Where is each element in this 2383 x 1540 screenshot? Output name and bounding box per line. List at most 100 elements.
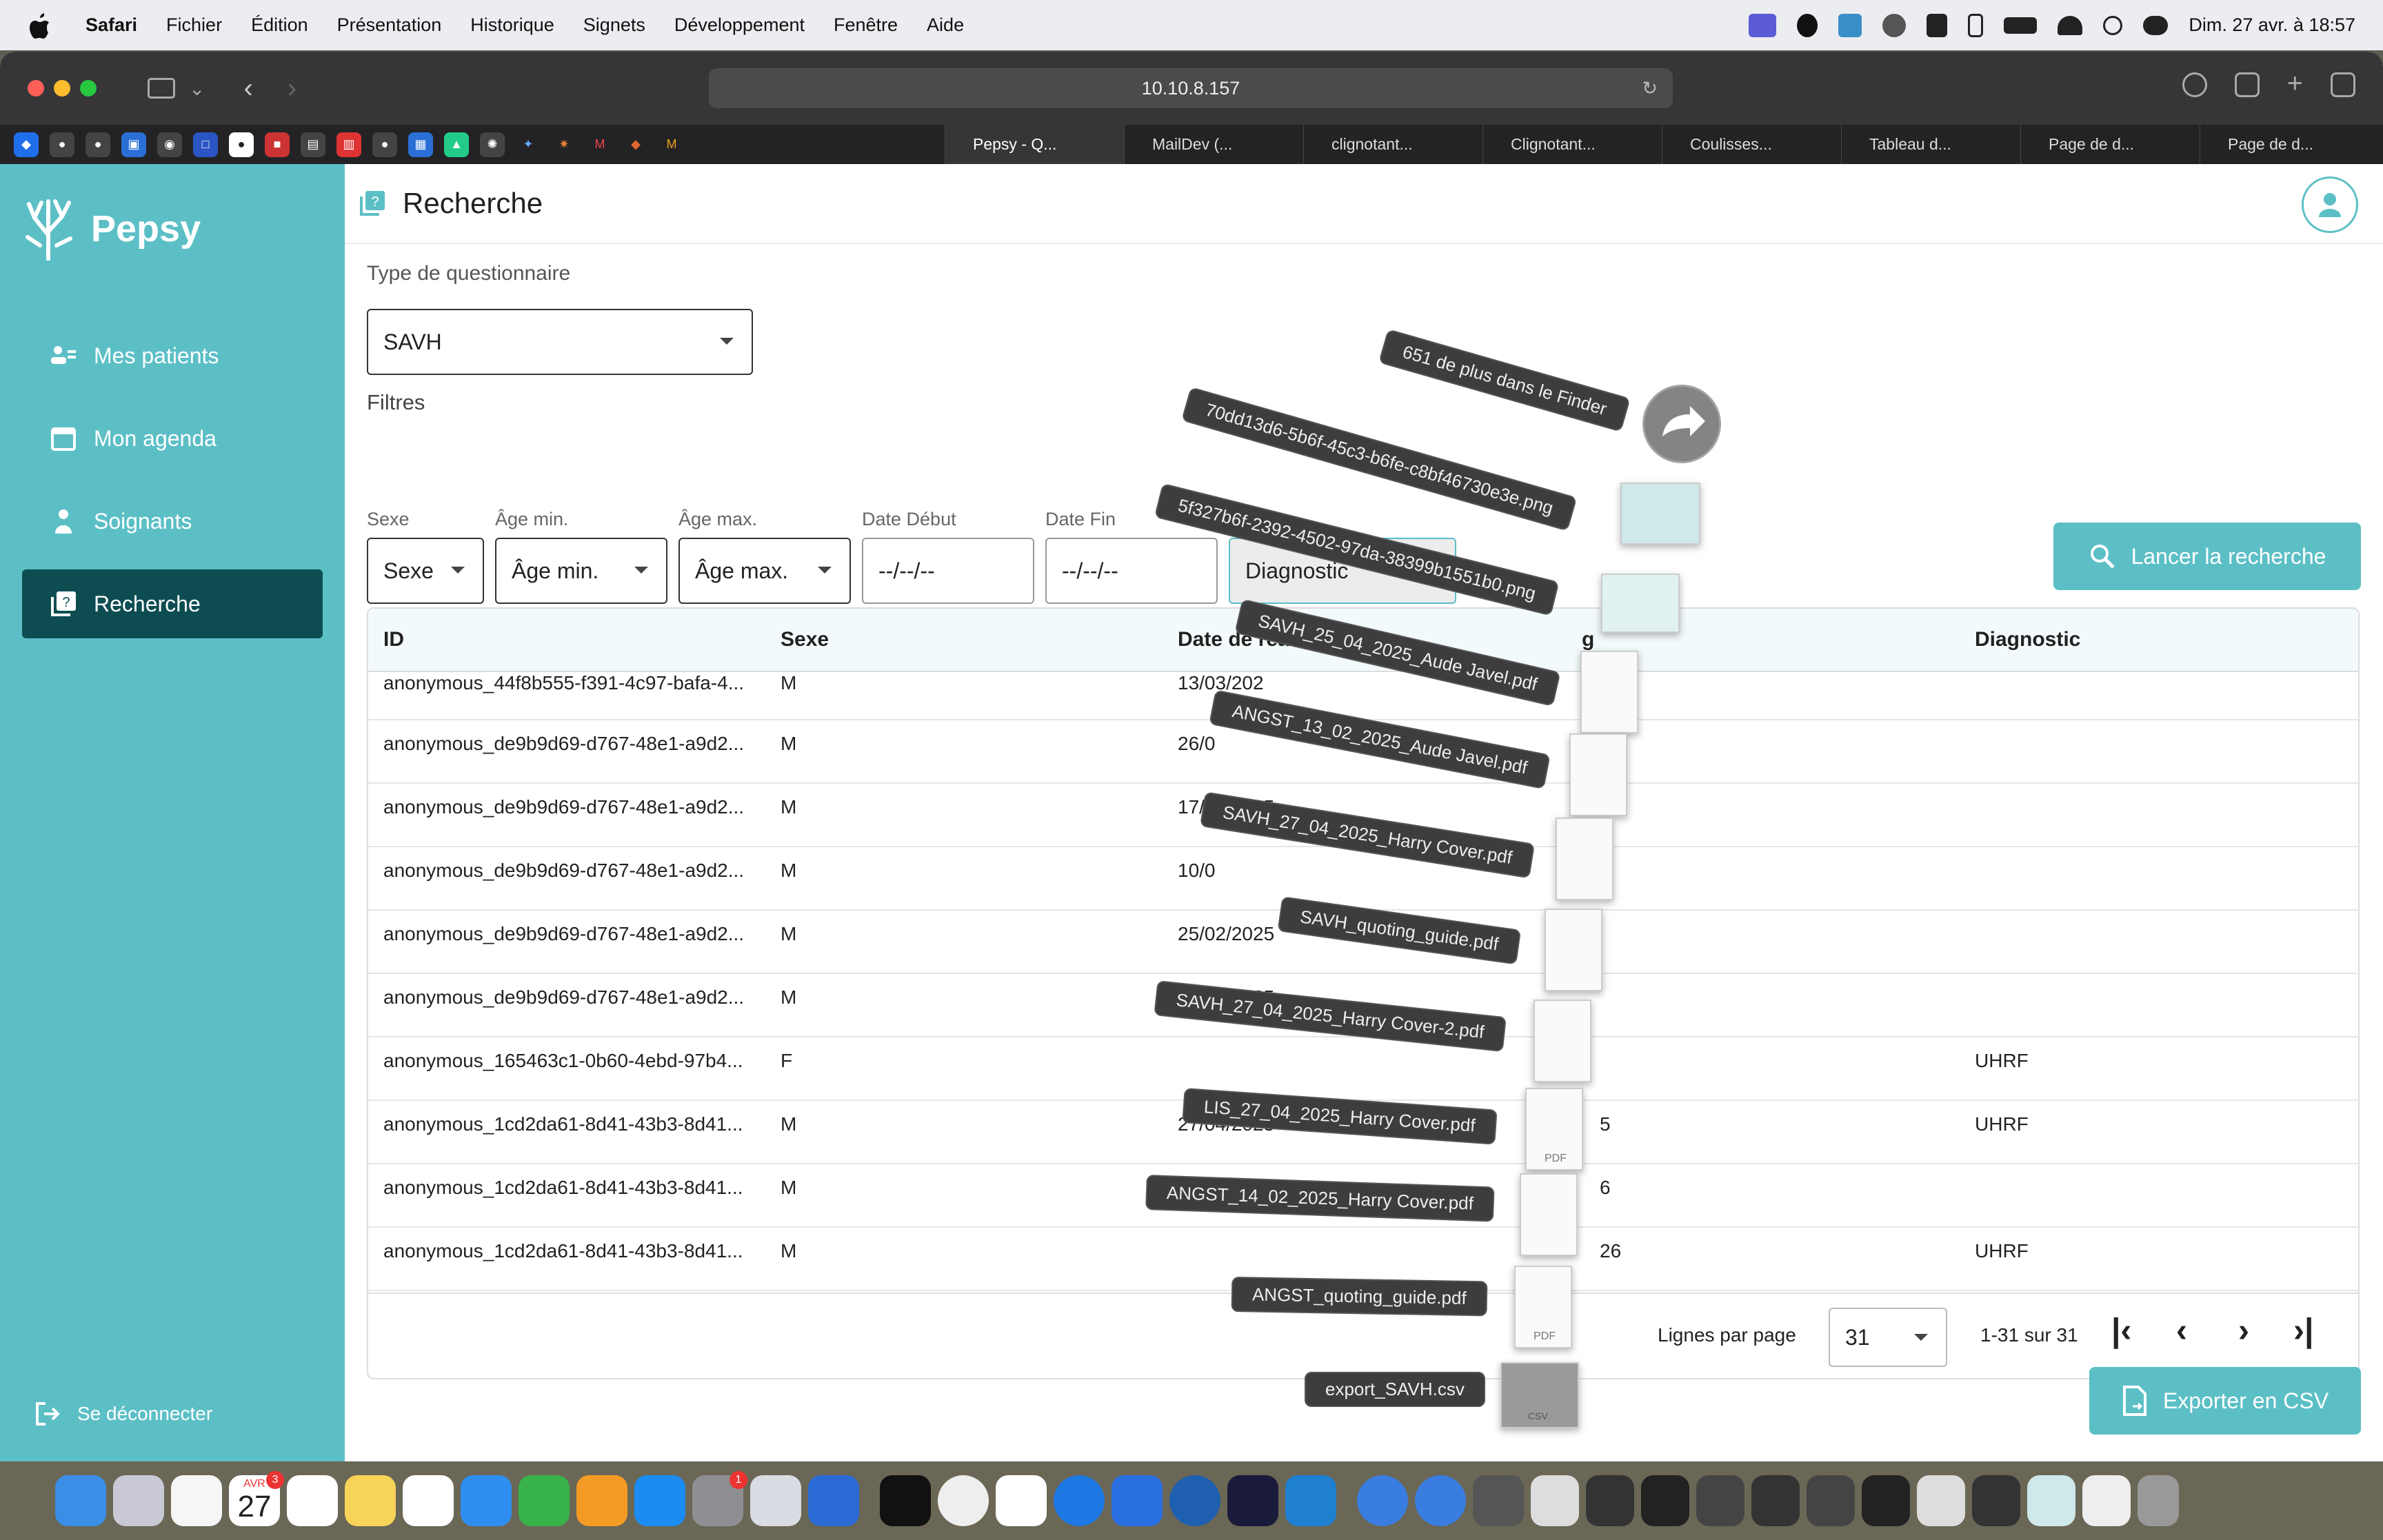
sidebar-toggle-icon[interactable] (148, 78, 175, 99)
close-window-icon[interactable] (28, 80, 44, 97)
table-row[interactable]: anonymous_165463c1-0b60-4ebd-97b4... F UHR… (368, 1037, 2358, 1101)
column-header-age[interactable]: g (1582, 628, 1594, 651)
column-header-date[interactable]: Date de réalisation (1178, 628, 1362, 651)
age-max-select[interactable]: Âge max. (678, 538, 851, 604)
downloads-stack-icon[interactable] (1473, 1475, 1524, 1526)
app-store-icon[interactable] (634, 1475, 685, 1526)
tab-maildev[interactable]: MailDev (... (1124, 125, 1303, 164)
previous-page-icon[interactable]: ‹ (2176, 1312, 2187, 1350)
grammarly-icon[interactable] (1797, 13, 1818, 37)
last-page-icon[interactable]: ›| (2293, 1312, 2313, 1350)
window-preview[interactable] (1917, 1475, 1965, 1526)
nav-soignants[interactable]: Soignants (22, 487, 323, 556)
rows-per-page-select[interactable]: 31 (1829, 1308, 1947, 1367)
favorite-openai-icon[interactable]: ✺ (480, 132, 505, 157)
tab-page-2[interactable]: Page de d... (2200, 125, 2379, 164)
favorite-gemini-icon[interactable]: ✦ (516, 132, 541, 157)
window-preview[interactable] (1862, 1475, 1910, 1526)
nav-mes-patients[interactable]: Mes patients (22, 321, 323, 390)
sexe-filter-select[interactable]: Sexe (367, 538, 484, 604)
tab-coulisses[interactable]: Coulisses... (1662, 125, 1841, 164)
chevron-down-icon[interactable]: ⌄ (189, 77, 205, 100)
favorite-gmail-icon[interactable]: M (587, 132, 612, 157)
favorite-app-icon[interactable]: □ (193, 132, 218, 157)
tab-clignotant[interactable]: Clignotant... (1482, 125, 1662, 164)
table-row[interactable]: anonymous_de9b9d69-d767-48e1-a9d2... M 17/… (368, 784, 2358, 847)
menu-fichier[interactable]: Fichier (166, 14, 222, 36)
favorite-mattermost-icon[interactable]: M (659, 132, 684, 157)
vscode-icon[interactable] (1285, 1475, 1336, 1526)
battery-icon[interactable] (2004, 17, 2038, 34)
favorite-app-4-icon[interactable]: ▤ (301, 132, 325, 157)
grammarly-icon[interactable] (1227, 1475, 1278, 1526)
freeform-icon[interactable] (403, 1475, 454, 1526)
apple-logo-icon[interactable] (28, 12, 51, 39)
system-settings-icon[interactable]: 1 (692, 1471, 747, 1526)
tab-tableau[interactable]: Tableau d... (1841, 125, 2020, 164)
downloads-icon[interactable] (2182, 72, 2207, 97)
column-header-sexe[interactable]: Sexe (781, 628, 829, 651)
table-row[interactable]: anonymous_de9b9d69-d767-48e1-a9d2... M 25/… (368, 911, 2358, 974)
globe-2-icon[interactable] (1415, 1475, 1466, 1526)
favorite-docker-icon[interactable]: ▣ (121, 132, 146, 157)
window-preview[interactable] (2027, 1475, 2075, 1526)
menu-developpement[interactable]: Développement (674, 14, 805, 36)
menu-historique[interactable]: Historique (470, 14, 554, 36)
menu-edition[interactable]: Édition (251, 14, 308, 36)
table-row[interactable]: anonymous_1cd2da61-8d41-43b3-8d41... M 27/… (368, 1101, 2358, 1164)
export-csv-button[interactable]: Exporter en CSV (2089, 1367, 2361, 1435)
favorite-gitlab-icon[interactable]: ◆ (623, 132, 648, 157)
control-center-icon[interactable] (2143, 15, 2169, 35)
column-header-diagnostic[interactable]: Diagnostic (1975, 628, 2080, 651)
questionnaire-type-select[interactable]: SAVH (367, 309, 753, 375)
keynote-icon[interactable] (461, 1475, 512, 1526)
vpn-icon[interactable] (750, 1475, 801, 1526)
table-row[interactable]: anonymous_de9b9d69-d767-48e1-a9d2... M 10/… (368, 847, 2358, 911)
trash-icon[interactable] (2138, 1475, 2179, 1526)
favorite-app-3-icon[interactable]: ■ (265, 132, 290, 157)
menu-fenetre[interactable]: Fenêtre (834, 14, 898, 36)
numbers-icon[interactable] (519, 1475, 570, 1526)
column-header-id[interactable]: ID (383, 628, 404, 651)
screen-share-icon[interactable] (1749, 13, 1777, 37)
address-bar[interactable]: 10.10.8.157 ↻ (709, 68, 1673, 108)
toolbox-icon[interactable] (1838, 13, 1862, 37)
table-row[interactable]: anonymous_44f8b555-f391-4c97-bafa-4... M 1… (368, 672, 2358, 720)
window-preview[interactable] (1807, 1475, 1855, 1526)
menu-signets[interactable]: Signets (583, 14, 645, 36)
menu-aide[interactable]: Aide (927, 14, 964, 36)
favorite-drive-icon[interactable]: ▲ (444, 132, 469, 157)
favorite-app-5-icon[interactable]: ▥ (336, 132, 361, 157)
bluetooth-icon[interactable] (1968, 13, 1984, 37)
reminders-icon[interactable] (287, 1475, 338, 1526)
search-button[interactable]: Lancer la recherche (2053, 523, 2361, 590)
table-row[interactable]: anonymous_1cd2da61-8d41-43b3-8d41... M 07/… (368, 1164, 2358, 1228)
next-page-icon[interactable]: › (2238, 1312, 2249, 1350)
diagnostic-filter-select[interactable]: Diagnostic (1229, 538, 1456, 604)
tab-overview-icon[interactable] (2331, 72, 2355, 97)
forward-icon[interactable]: › (288, 73, 296, 104)
date-debut-input[interactable]: --/--/-- (862, 538, 1034, 604)
window-preview[interactable] (1531, 1475, 1579, 1526)
window-preview[interactable] (1751, 1475, 1800, 1526)
photos-icon[interactable] (171, 1475, 222, 1526)
app-tray-icon[interactable] (1927, 13, 1948, 37)
xcode-icon[interactable] (808, 1475, 859, 1526)
wifi-icon[interactable] (2058, 15, 2083, 35)
favorite-claude-icon[interactable]: ✷ (552, 132, 576, 157)
terminal-icon[interactable] (880, 1475, 931, 1526)
new-tab-icon[interactable]: + (2287, 70, 2303, 97)
first-page-icon[interactable]: |‹ (2111, 1312, 2131, 1350)
calendar-icon[interactable]: AVR 27 3 (229, 1471, 284, 1526)
favorite-app-2-icon[interactable]: ● (229, 132, 254, 157)
window-preview[interactable] (1696, 1475, 1744, 1526)
menu-app-name[interactable]: Safari (86, 14, 137, 36)
user-avatar-button[interactable] (2302, 176, 2358, 233)
chrome-icon[interactable] (938, 1475, 989, 1526)
globe-icon[interactable] (1357, 1475, 1408, 1526)
favorite-github-2-icon[interactable]: ● (86, 132, 110, 157)
favorite-portainer-icon[interactable]: ◉ (157, 132, 182, 157)
window-preview[interactable] (1972, 1475, 2020, 1526)
nav-mon-agenda[interactable]: Mon agenda (22, 404, 323, 473)
date-fin-input[interactable]: --/--/-- (1045, 538, 1218, 604)
